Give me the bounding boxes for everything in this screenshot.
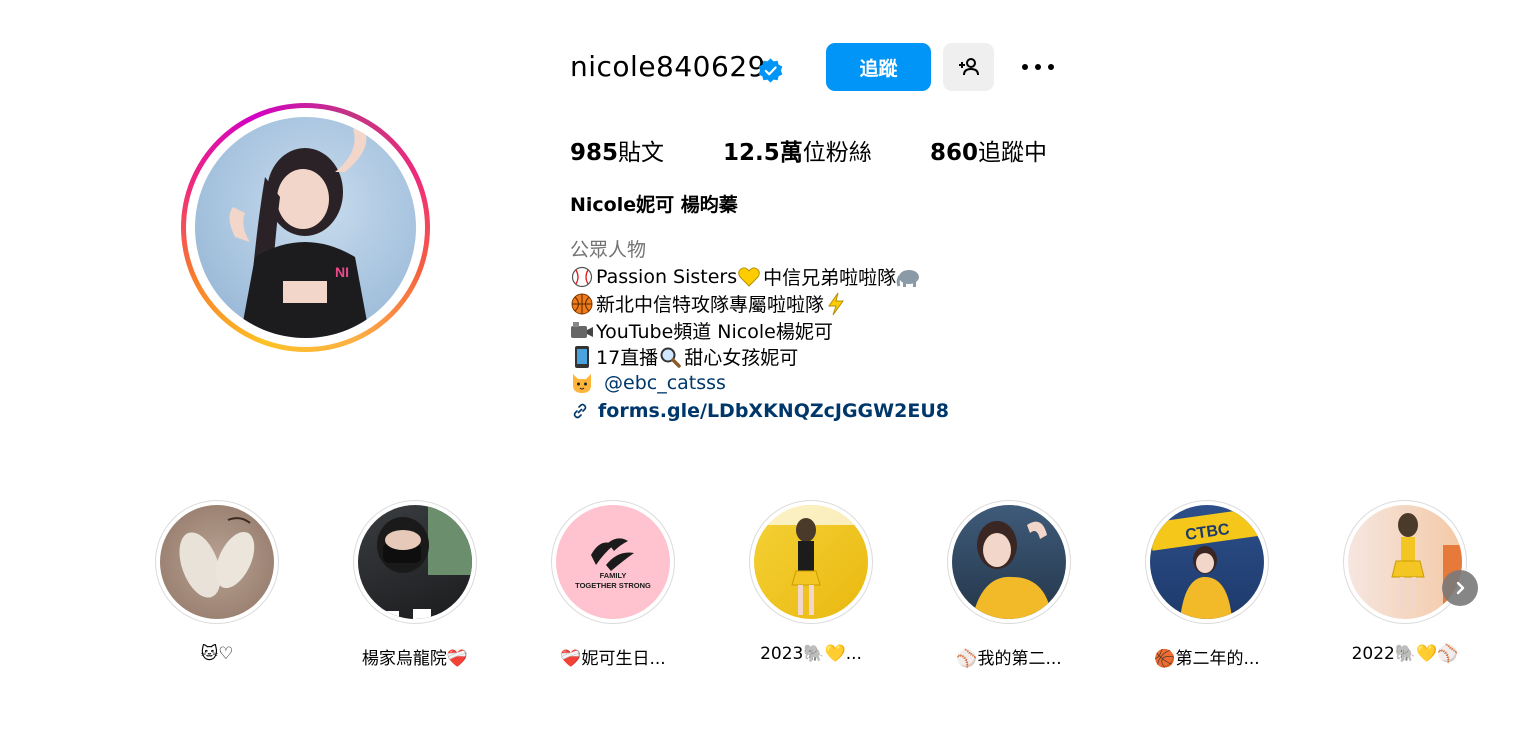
cat-face-icon (570, 371, 594, 395)
following-label: 追蹤中 (978, 140, 1048, 166)
highlight-7[interactable] (1343, 500, 1467, 624)
highlight-1-cover (160, 505, 274, 619)
bio-text-1b: 中信兄弟啦啦隊 (763, 267, 897, 289)
followers-count: 12.5萬 (723, 140, 803, 166)
bio-text-2: 新北中信特攻隊專屬啦啦隊 (596, 294, 825, 316)
avatar-gap: NI (186, 108, 425, 347)
bio-line-4: 17直播 甜心女孩妮可 (570, 343, 798, 370)
highlight-5-cover (952, 505, 1066, 619)
bio-line-3: YouTube頻道 Nicole楊妮可 (570, 317, 833, 344)
posts-stat: 985貼文 (570, 133, 664, 167)
svg-text:NI: NI (335, 264, 349, 280)
highlight-6-cover: CTBC (1150, 505, 1264, 619)
highlight-3[interactable]: FAMILY TOGETHER STRONG (551, 500, 675, 624)
highlight-label-7: 2022🐘💛⚾ (1351, 644, 1459, 664)
highlight-4-cover (754, 505, 868, 619)
baseball-icon (570, 265, 594, 289)
link-icon (570, 399, 590, 423)
profile-avatar-ring[interactable]: NI (181, 103, 430, 352)
chevron-right-icon (1456, 581, 1465, 595)
highlight-label-4: 2023🐘💛... (760, 644, 862, 664)
bio-line-link: forms.gle/LDbXKNQZcJGGW2EU8 (570, 399, 949, 423)
video-camera-icon (570, 319, 594, 343)
highlight-7-cover (1348, 505, 1462, 619)
mention-link[interactable]: @ebc_catsss (604, 372, 726, 394)
together-strong-text: TOGETHER STRONG (575, 581, 651, 590)
avatar[interactable]: NI (195, 117, 416, 338)
highlight-label-2: 楊家烏龍院❤️‍🩹 (361, 649, 469, 669)
highlight-6[interactable]: CTBC (1145, 500, 1269, 624)
elephant-icon (896, 265, 920, 289)
followers-stat[interactable]: 12.5萬位粉絲 (723, 133, 872, 167)
highlight-1[interactable] (155, 500, 279, 624)
followers-label: 位粉絲 (802, 140, 872, 166)
highlight-label-3: ❤️‍🩹妮可生日... (560, 649, 666, 669)
lightning-icon (824, 292, 848, 316)
highlight-label-6: 🏀第二年的... (1154, 649, 1260, 669)
suggested-accounts-button[interactable] (943, 43, 994, 91)
yellow-heart-icon (737, 265, 761, 289)
bio-text-4b: 甜心女孩妮可 (684, 347, 799, 369)
more-options-icon[interactable] (1016, 52, 1060, 82)
posts-count: 985 (570, 140, 619, 166)
verified-badge-icon (757, 57, 784, 84)
posts-label: 貼文 (618, 140, 665, 166)
bio-line-2: 新北中信特攻隊專屬啦啦隊 (570, 290, 850, 317)
highlight-label-5: ⚾我的第二... (956, 649, 1062, 669)
full-name: Nicole妮可 楊昀蓁 (570, 194, 738, 216)
bio-text-1: Passion Sisters (596, 265, 738, 288)
highlight-2-cover (358, 505, 472, 619)
follow-button[interactable]: 追蹤 (826, 43, 931, 91)
bio-line-1: Passion Sisters 中信兄弟啦啦隊 (570, 263, 922, 290)
highlight-3-cover: FAMILY TOGETHER STRONG (556, 505, 670, 619)
following-count: 860 (930, 140, 979, 166)
magnifying-glass-icon (658, 345, 682, 369)
mobile-phone-icon (570, 345, 594, 369)
highlight-2[interactable] (353, 500, 477, 624)
basketball-icon (570, 292, 594, 316)
bio-external-link[interactable]: forms.gle/LDbXKNQZcJGGW2EU8 (598, 400, 949, 422)
bio-line-5: @ebc_catsss (570, 371, 726, 395)
bio-text-4a: 17直播 (596, 347, 659, 369)
category-label: 公眾人物 (570, 239, 647, 261)
highlights-next-button[interactable] (1442, 570, 1478, 606)
bio-text-3: YouTube頻道 Nicole楊妮可 (596, 321, 833, 343)
family-text: FAMILY (600, 571, 627, 580)
highlight-5[interactable] (947, 500, 1071, 624)
avatar-illustration: NI (229, 127, 370, 338)
add-person-icon (958, 58, 979, 76)
username: nicole840629 (570, 50, 766, 83)
highlight-4[interactable] (749, 500, 873, 624)
highlight-label-1: 🐱♡ (200, 644, 234, 664)
following-stat[interactable]: 860追蹤中 (930, 133, 1047, 167)
